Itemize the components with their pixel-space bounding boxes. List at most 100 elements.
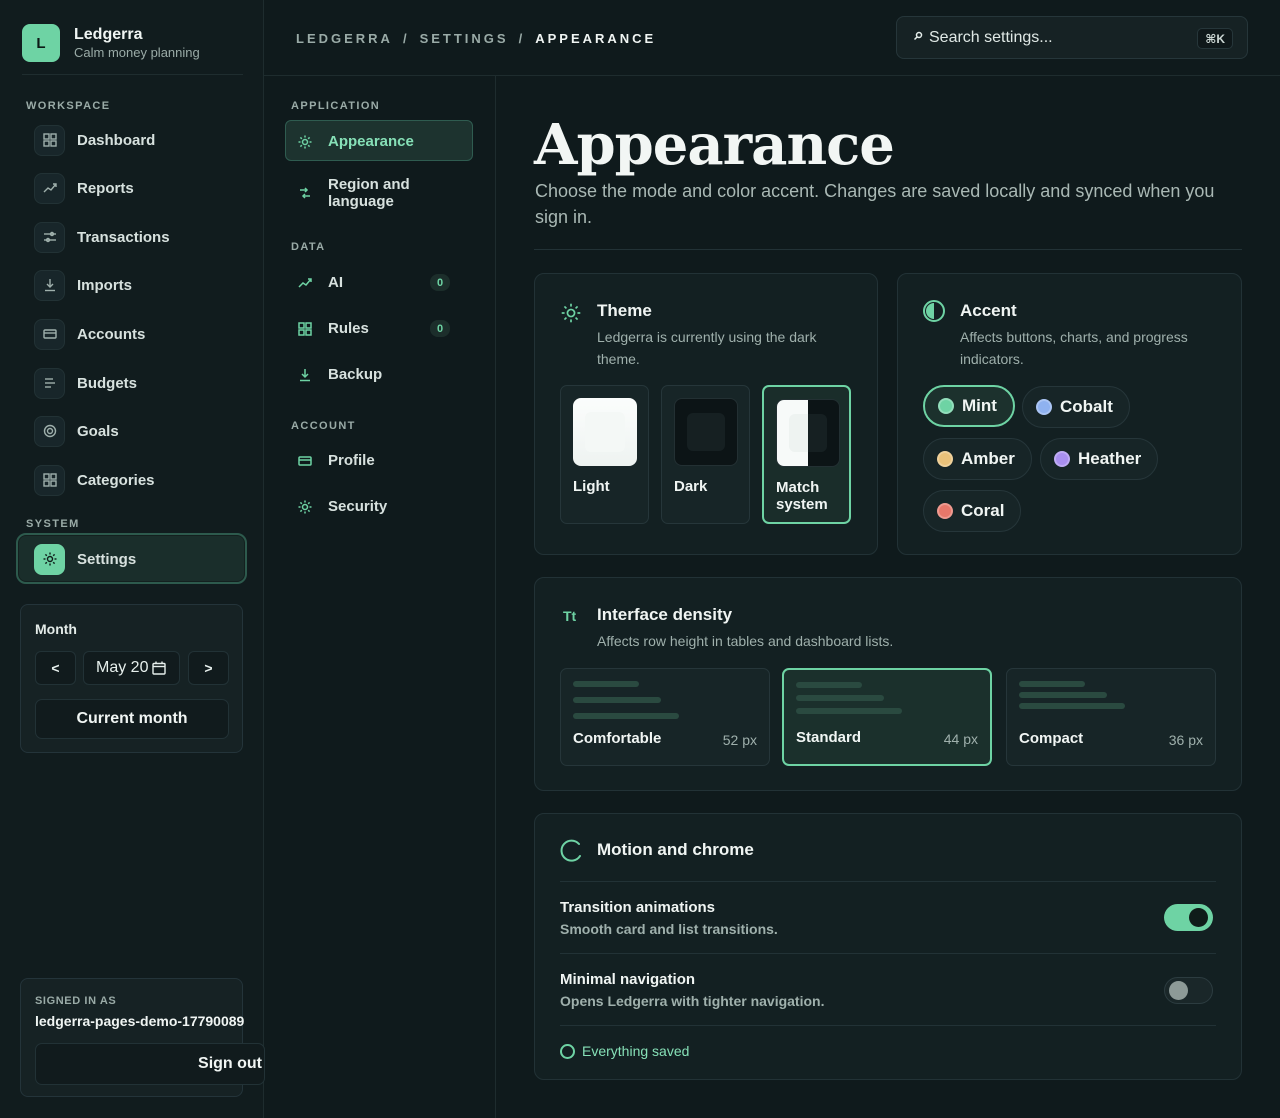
subnav-item-label: Profile [328,452,375,469]
settings-subnav: APPLICATION Appearance Region and langua… [264,76,496,1118]
sidebar-item-accounts[interactable]: Accounts [34,318,145,350]
density-preview-bar [1019,703,1125,709]
density-preview-bar [796,682,862,688]
breadcrumb-separator: / [402,31,410,46]
theme-option-system[interactable]: Match system [762,385,851,524]
transition-animations-title: Transition animations [560,899,716,916]
spinner-icon [560,839,581,862]
sidebar-item-reports[interactable]: Reports [34,172,134,204]
grid-icon [298,321,312,336]
breadcrumb: LEDGERRA / SETTINGS / APPEARANCE [296,31,656,46]
breadcrumb-item[interactable]: LEDGERRA [296,31,393,46]
username: ledgerra-pages-demo-17790089 [35,1013,245,1029]
divider [560,1025,1216,1026]
color-dot [938,398,954,414]
count-badge: 0 [430,274,450,291]
data-section-label: DATA [291,241,326,253]
transition-animations-toggle[interactable] [1164,904,1213,931]
month-picker-card: Month < May 20 > Current month [20,604,243,753]
count-badge: 0 [430,320,450,337]
sidebar-item-transactions[interactable]: Transactions [34,221,170,253]
accent-option-mint[interactable]: Mint [923,385,1015,427]
density-description: Affects row height in tables and dashboa… [597,633,894,649]
theme-option-label: Dark [674,478,708,495]
sidebar-item-settings[interactable]: Settings [16,533,247,584]
trend-icon [34,172,65,204]
theme-option-dark[interactable]: Dark [661,385,750,524]
density-preview-bar [1019,681,1085,687]
accent-option-amber[interactable]: Amber [923,438,1032,480]
accent-option-label: Cobalt [1060,397,1113,416]
accent-option-coral[interactable]: Coral [923,490,1022,532]
search-input[interactable] [929,25,1189,51]
density-option-standard[interactable]: Standard 44 px [782,668,992,766]
subnav-item-region[interactable]: Region and language [298,176,448,210]
sidebar-item-budgets[interactable]: Budgets [34,367,137,399]
accent-option-heather[interactable]: Heather [1040,438,1159,480]
sidebar-item-goals[interactable]: Goals [34,415,119,447]
toggle-knob [1189,908,1208,927]
divider [560,953,1216,954]
main-content: Appearance Choose the mode and color acc… [496,76,1280,1118]
sidebar-item-label: Settings [77,550,137,568]
gear-icon [34,543,65,575]
month-input[interactable]: May 20 [83,651,180,685]
accent-option-label: Mint [962,396,997,415]
minimal-navigation-toggle[interactable] [1164,977,1213,1004]
subnav-item-profile[interactable]: Profile [298,452,486,469]
subnav-item-label: Rules [328,320,369,337]
calendar-icon[interactable] [152,661,167,675]
density-option-label: Standard [796,729,862,746]
density-preview-bar [1019,692,1107,698]
divider [22,74,243,75]
next-month-button[interactable]: > [188,651,229,685]
search-icon [913,31,923,41]
budget-icon [34,367,65,399]
sidebar-item-dashboard[interactable]: Dashboard [34,124,155,156]
save-status: Everything saved [560,1043,689,1059]
density-option-comfortable[interactable]: Comfortable 52 px [560,668,770,766]
signed-in-label: SIGNED IN AS [35,995,117,1007]
density-preview-bar [573,697,661,703]
brand-logo: L [22,24,60,62]
subnav-item-rules[interactable]: Rules 0 [298,320,462,337]
accent-option-cobalt[interactable]: Cobalt [1022,386,1130,428]
subnav-item-security[interactable]: Security [298,498,486,515]
density-option-label: Compact [1019,730,1084,747]
brand-tagline: Calm money planning [74,45,200,60]
theme-option-light[interactable]: Light [560,385,649,524]
subnav-item-backup[interactable]: Backup [298,366,486,383]
density-option-size: 36 px [1168,732,1203,748]
prev-month-button[interactable]: < [35,651,76,685]
subnav-item-label: Backup [328,366,383,383]
month-value: May 20 [96,659,149,676]
subnav-item-appearance[interactable]: Appearance [285,120,473,161]
current-month-button[interactable]: Current month [35,699,229,739]
search-box[interactable]: ⌘K [896,16,1248,59]
sign-out-button[interactable]: Sign out [35,1043,265,1085]
accent-option-label: Heather [1078,449,1142,468]
subnav-item-ai[interactable]: AI 0 [298,274,462,291]
density-option-compact[interactable]: Compact 36 px [1006,668,1216,766]
sidebar-item-categories[interactable]: Categories [34,464,155,496]
breadcrumb-separator: / [518,31,526,46]
color-dot [1054,451,1070,467]
theme-title: Theme [597,301,652,320]
motion-title: Motion and chrome [597,840,754,859]
sun-icon [298,500,312,513]
sidebar-item-imports[interactable]: Imports [34,269,132,301]
half-circle-icon [923,300,945,322]
user-card: SIGNED IN AS ledgerra-pages-demo-1779008… [20,978,265,1097]
sidebar-item-label: Transactions [77,228,170,246]
toggle-knob [1169,981,1188,1000]
workspace-section-label: WORKSPACE [26,100,111,112]
subnav-item-label: AI [328,274,343,291]
topbar: LEDGERRA / SETTINGS / APPEARANCE ⌘K [264,0,1280,76]
density-option-size: 52 px [722,732,757,748]
trend-icon [298,277,312,288]
grid-icon [34,464,65,496]
breadcrumb-item[interactable]: SETTINGS [420,31,509,46]
brand-name: Ledgerra [74,26,143,43]
brand[interactable]: L Ledgerra Calm money planning [22,24,200,62]
card-icon [34,318,65,350]
